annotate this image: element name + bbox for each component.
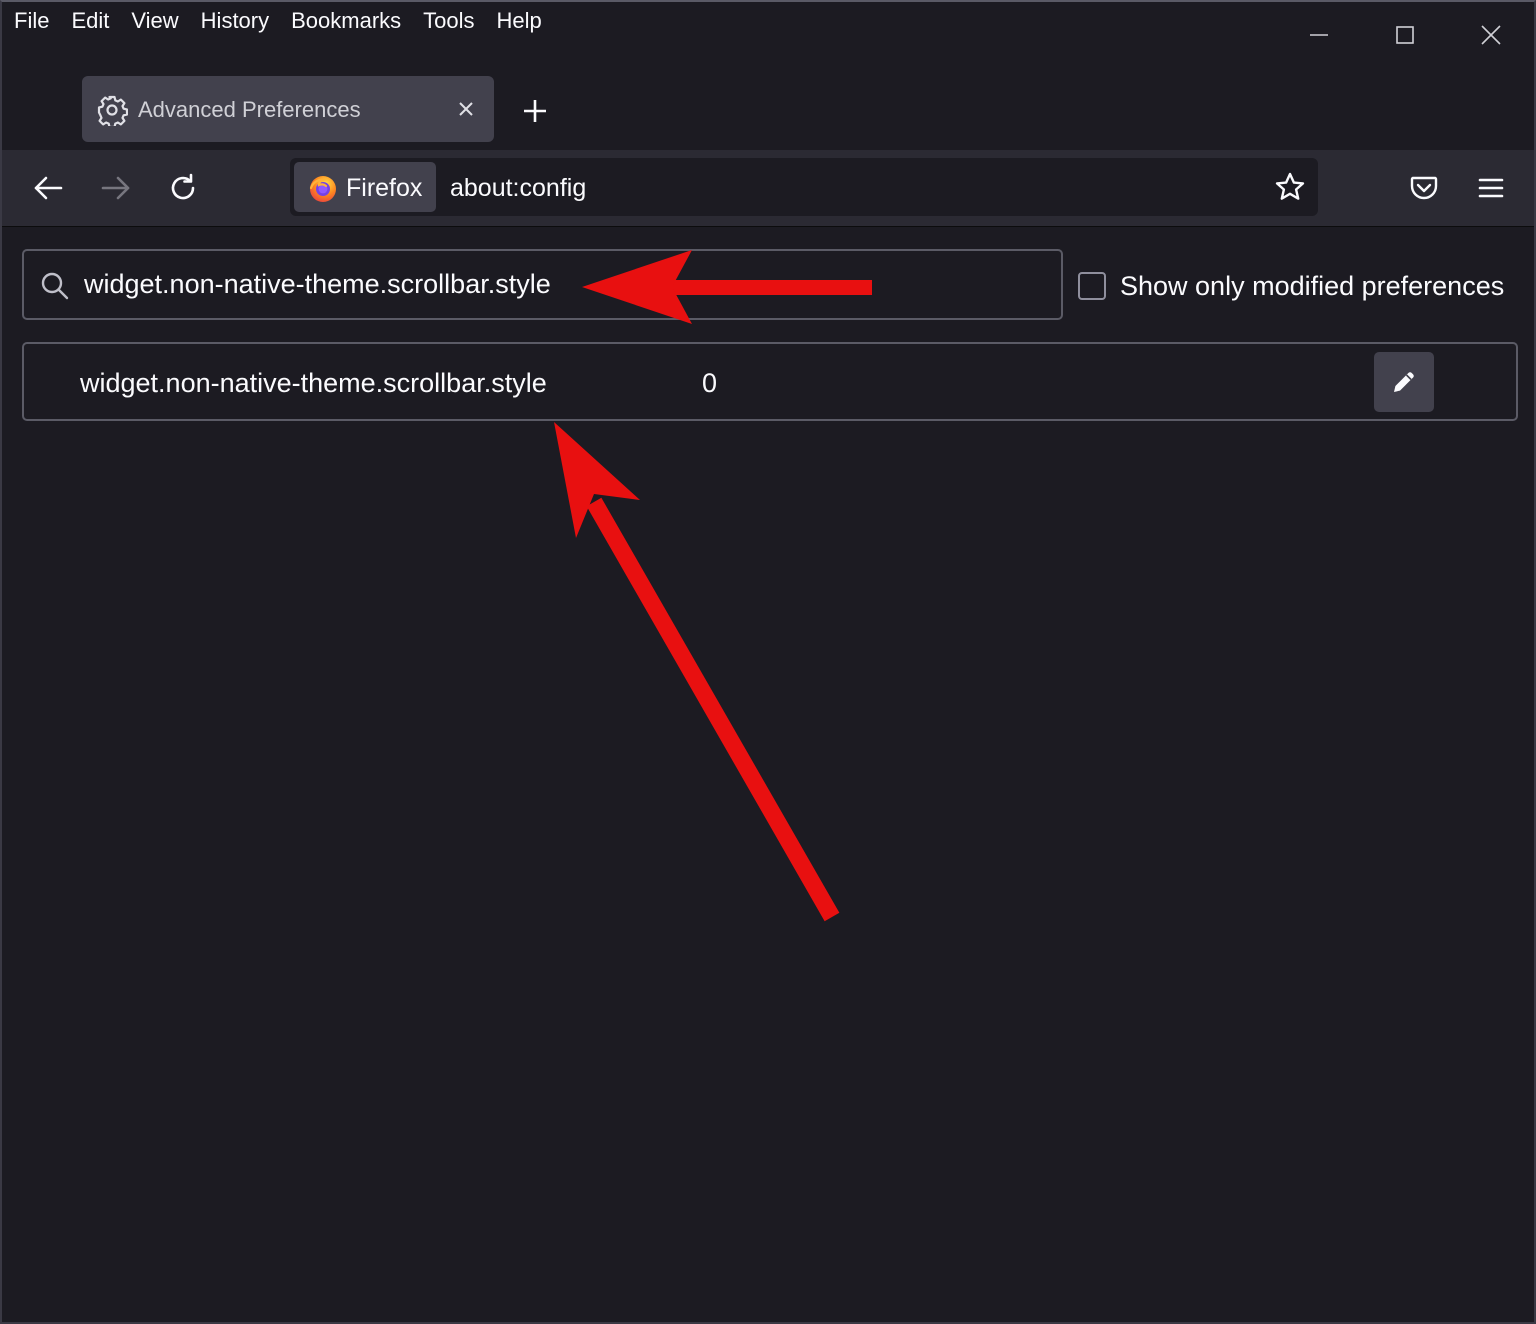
forward-arrow-icon	[101, 176, 130, 200]
app-menu-button[interactable]	[1471, 168, 1511, 208]
menu-bar: File Edit View History Bookmarks Tools H…	[12, 6, 553, 38]
star-icon	[1275, 172, 1305, 200]
tab-close-button[interactable]	[452, 95, 480, 123]
tab-title: Advanced Preferences	[138, 97, 361, 122]
menu-bookmarks[interactable]: Bookmarks	[280, 6, 412, 38]
plus-icon	[524, 100, 546, 122]
preference-search-box[interactable]	[22, 249, 1063, 320]
bookmark-star-button[interactable]	[1272, 169, 1308, 205]
hamburger-menu-icon	[1478, 178, 1504, 198]
window-controls	[1276, 2, 1534, 68]
close-icon	[459, 102, 473, 116]
menu-edit[interactable]: Edit	[60, 6, 120, 38]
preference-name: widget.non-native-theme.scrollbar.style	[80, 368, 547, 398]
tab-advanced-preferences[interactable]: Advanced Preferences	[82, 76, 494, 142]
edit-preference-button[interactable]	[1374, 352, 1434, 412]
search-input[interactable]	[84, 255, 1044, 313]
back-button[interactable]	[28, 168, 68, 208]
show-modified-toggle[interactable]: Show only modified preferences	[1078, 266, 1504, 306]
preference-row: widget.non-native-theme.scrollbar.style …	[22, 342, 1518, 421]
preference-value: 0	[702, 368, 718, 398]
maximize-icon	[1396, 26, 1414, 44]
show-modified-checkbox[interactable]	[1078, 272, 1106, 300]
close-window-button[interactable]	[1448, 2, 1534, 68]
forward-button[interactable]	[96, 168, 136, 208]
menu-file[interactable]: File	[12, 6, 60, 38]
firefox-logo-icon	[309, 176, 336, 202]
reload-button[interactable]	[163, 168, 203, 208]
gear-icon	[97, 95, 128, 126]
pencil-icon	[1394, 372, 1414, 392]
navigation-toolbar: Firefox about:config	[2, 150, 1534, 227]
new-tab-button[interactable]	[516, 92, 554, 130]
close-icon	[1481, 25, 1501, 45]
reload-icon	[171, 173, 195, 200]
identity-box[interactable]: Firefox	[294, 162, 436, 212]
menu-help[interactable]: Help	[486, 6, 553, 38]
pocket-button[interactable]	[1404, 168, 1444, 208]
menu-history[interactable]: History	[190, 6, 280, 38]
title-bar: File Edit View History Bookmarks Tools H…	[2, 2, 1534, 150]
identity-label: Firefox	[346, 174, 423, 202]
search-icon	[41, 272, 69, 300]
pocket-icon	[1410, 176, 1438, 200]
show-modified-label[interactable]: Show only modified preferences	[1120, 271, 1504, 302]
url-bar[interactable]: Firefox about:config	[290, 158, 1318, 216]
minimize-button[interactable]	[1276, 2, 1362, 68]
maximize-button[interactable]	[1362, 2, 1448, 68]
url-text[interactable]: about:config	[450, 174, 586, 202]
menu-view[interactable]: View	[120, 6, 189, 38]
browser-window: File Edit View History Bookmarks Tools H…	[0, 0, 1536, 1324]
minimize-icon	[1310, 34, 1328, 36]
menu-tools[interactable]: Tools	[412, 6, 485, 38]
back-arrow-icon	[34, 176, 63, 200]
annotation-arrow-row	[554, 422, 840, 922]
